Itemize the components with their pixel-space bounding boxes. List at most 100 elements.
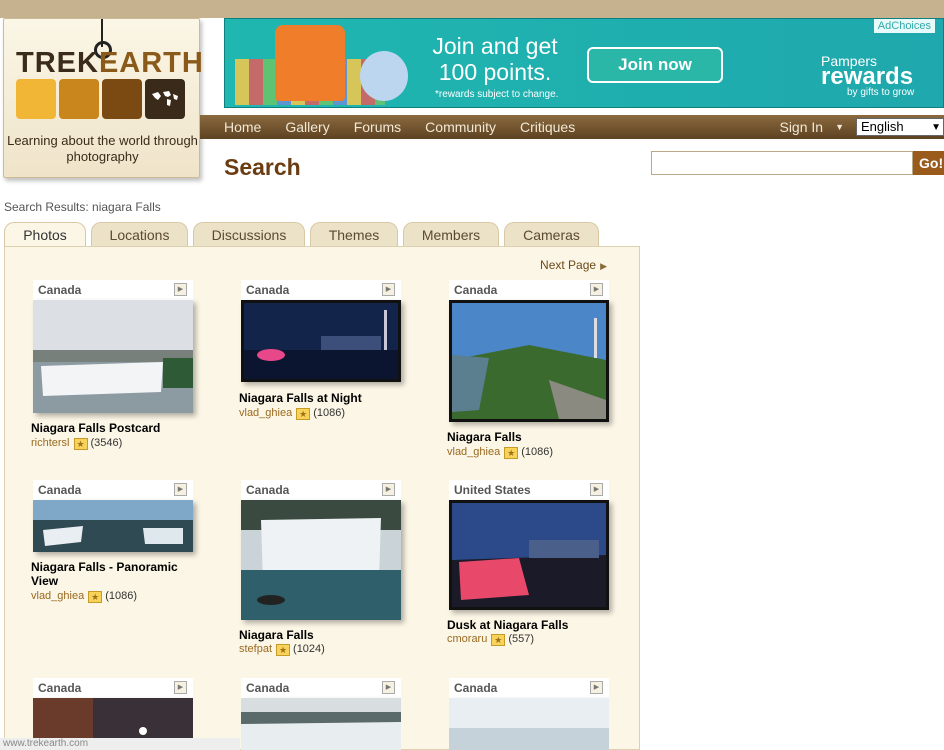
star-badge-icon: ★ — [491, 634, 506, 646]
card-menu-arrow-icon[interactable]: ▶ — [174, 283, 187, 296]
card-menu-arrow-icon[interactable]: ▶ — [174, 681, 187, 694]
photo-thumbnail[interactable] — [33, 300, 193, 413]
tab-members[interactable]: Members — [403, 222, 499, 247]
ad-note: *rewards subject to change. — [435, 89, 559, 100]
browser-status-bar: www.trekearth.com — [0, 738, 240, 750]
photo-thumbnail[interactable] — [449, 300, 609, 422]
logo-tagline: Learning about the world through photogr… — [7, 133, 198, 164]
photo-user-count: (1086) — [521, 446, 554, 458]
photo-thumbnail[interactable] — [449, 698, 609, 750]
photo-thumbnail[interactable] — [241, 300, 401, 382]
result-tabs: Photos Locations Discussions Themes Memb… — [4, 222, 599, 247]
photo-user-link[interactable]: vlad_ghiea — [447, 446, 500, 458]
tab-photos[interactable]: Photos — [4, 222, 86, 247]
card-menu-arrow-icon[interactable]: ▶ — [590, 483, 603, 496]
logo-swatch-gold — [16, 79, 56, 119]
photo-meta: vlad_ghiea ★ (1086) — [31, 589, 137, 603]
photo-thumbnail[interactable] — [33, 500, 193, 552]
card-menu-arrow-icon[interactable]: ▶ — [382, 681, 395, 694]
card-menu-arrow-icon[interactable]: ▶ — [590, 283, 603, 296]
card-menu-arrow-icon[interactable]: ▶ — [174, 483, 187, 496]
photo-title[interactable]: Niagara Falls — [239, 628, 409, 642]
photo-country: Canada ▶ — [33, 480, 193, 500]
photo-user-count: (1086) — [105, 590, 138, 602]
top-band — [0, 0, 944, 18]
nav-critiques[interactable]: Critiques — [508, 119, 587, 135]
photo-user-count: (1024) — [293, 643, 325, 655]
photo-card[interactable]: Canada ▶ — [449, 678, 609, 750]
trekearth-logo[interactable]: TREKEARTH Learning about the world throu… — [3, 18, 203, 178]
photo-thumbnail[interactable] — [241, 500, 401, 620]
photo-thumbnail[interactable] — [241, 698, 401, 750]
card-menu-arrow-icon[interactable]: ▶ — [382, 283, 395, 296]
tab-cameras[interactable]: Cameras — [504, 222, 599, 247]
star-badge-icon: ★ — [296, 408, 311, 420]
photo-title[interactable]: Niagara Falls — [447, 430, 617, 444]
world-map-icon — [145, 79, 185, 119]
search-results-label: Search Results: niagara Falls — [4, 200, 161, 214]
nav-forums[interactable]: Forums — [342, 119, 413, 135]
photo-country: Canada ▶ — [241, 678, 401, 698]
ad-gifts: by gifts to grow — [847, 87, 915, 98]
photo-country: Canada ▶ — [33, 678, 193, 698]
photo-user-link[interactable]: stefpat — [239, 643, 272, 655]
card-menu-arrow-icon[interactable]: ▶ — [382, 483, 395, 496]
nav-right: Sign In ▼ English ▼ — [779, 115, 944, 139]
ad-teddy-bear — [360, 51, 408, 101]
photo-user-count: (557) — [508, 633, 535, 645]
star-badge-icon: ★ — [88, 591, 103, 603]
logo-wordmark: TREKEARTH — [16, 47, 204, 79]
chevron-right-icon: ▶ — [600, 261, 607, 271]
photo-meta: vlad_ghiea ★ (1086) — [239, 406, 345, 420]
photo-country: Canada ▶ — [241, 480, 401, 500]
search-input[interactable] — [651, 151, 913, 175]
photo-meta: cmoraru ★ (557) — [447, 632, 534, 646]
next-page-link[interactable]: Next Page ▶ — [540, 258, 607, 272]
card-menu-arrow-icon[interactable]: ▶ — [590, 681, 603, 694]
photo-user-count: (3546) — [90, 437, 123, 449]
photo-country: Canada ▶ — [449, 678, 609, 698]
photo-user-link[interactable]: richtersl — [31, 437, 70, 449]
tab-themes[interactable]: Themes — [310, 222, 398, 247]
photo-meta: vlad_ghiea ★ (1086) — [447, 445, 553, 459]
photo-user-link[interactable]: vlad_ghiea — [31, 590, 84, 602]
nav-gallery[interactable]: Gallery — [273, 119, 341, 135]
photo-title[interactable]: Dusk at Niagara Falls — [447, 618, 617, 632]
main-nav: Home Gallery Forums Community Critiques … — [200, 115, 944, 139]
photo-meta: richtersl ★ (3546) — [31, 436, 122, 450]
photo-user-link[interactable]: vlad_ghiea — [239, 407, 292, 419]
page-title: Search — [224, 154, 301, 180]
logo-swatch-amber — [59, 79, 99, 119]
photo-title[interactable]: Niagara Falls - Panoramic View — [31, 560, 191, 588]
tab-locations[interactable]: Locations — [91, 222, 188, 247]
photo-meta: stefpat ★ (1024) — [239, 642, 325, 656]
photo-country: Canada ▶ — [33, 280, 193, 300]
ad-join-button[interactable]: Join now — [587, 47, 723, 83]
star-badge-icon: ★ — [73, 438, 88, 450]
photo-title[interactable]: Niagara Falls at Night — [239, 391, 409, 405]
chevron-down-icon: ▼ — [931, 122, 941, 133]
photo-country: Canada ▶ — [241, 280, 401, 300]
sign-in-link[interactable]: Sign In — [779, 119, 823, 135]
photo-user-link[interactable]: cmoraru — [447, 633, 487, 645]
ad-diaper-bag — [275, 25, 345, 101]
ad-choices-link[interactable]: AdChoices — [873, 19, 935, 33]
photo-card[interactable]: Canada ▶ — [241, 678, 401, 750]
sign-in-caret-icon[interactable]: ▼ — [835, 122, 844, 132]
logo-swatches — [16, 79, 185, 119]
tab-discussions[interactable]: Discussions — [193, 222, 305, 247]
nav-community[interactable]: Community — [413, 119, 508, 135]
star-badge-icon: ★ — [276, 644, 291, 656]
photo-title[interactable]: Niagara Falls Postcard — [31, 421, 201, 435]
photo-user-count: (1086) — [313, 407, 346, 419]
photo-country: United States ▶ — [449, 480, 609, 500]
go-button[interactable]: Go! — [913, 151, 944, 175]
ad-banner[interactable]: Join and get 100 points. *rewards subjec… — [224, 18, 944, 108]
photo-thumbnail[interactable] — [449, 500, 609, 610]
logo-swatch-brown — [102, 79, 142, 119]
language-select[interactable]: English ▼ — [856, 118, 944, 136]
results-panel: Next Page ▶ Canada ▶ Niagara Falls Postcar… — [4, 246, 640, 750]
ad-headline: Join and get 100 points. — [432, 33, 558, 85]
nav-home[interactable]: Home — [200, 119, 273, 135]
star-badge-icon: ★ — [504, 447, 519, 459]
